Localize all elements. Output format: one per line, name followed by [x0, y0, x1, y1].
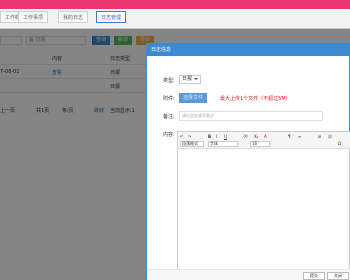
remark-label: 备注: — [163, 114, 175, 120]
subscript-icon[interactable]: X₂ — [254, 134, 258, 140]
log-info-dialog: 日志信息 类型: 日报 附件: 选择文件 最大上传1个文件（不超过5M） 备注:… — [146, 43, 350, 280]
bold-icon[interactable]: B — [208, 134, 211, 140]
tab-work-items[interactable]: 工作事项 — [18, 11, 49, 23]
redo-icon[interactable]: ↷ — [188, 134, 191, 140]
upload-hint: 最大上传1个文件（不超过5M） — [220, 96, 291, 102]
editor-toolbar: ↶ ↷ B I U X² X₂ A ¶ ≡ ⊞ ☺ Ω 段落格式 字体 16 — [178, 132, 350, 149]
emoji-icon[interactable]: ☺ — [328, 134, 332, 140]
close-button[interactable]: 关闭 — [327, 272, 349, 280]
content-label: 内容: — [163, 132, 175, 138]
paragraph-icon[interactable]: ¶ — [288, 134, 291, 140]
paragraph-format-select[interactable]: 段落格式 — [180, 141, 204, 147]
top-brand-bar — [0, 0, 350, 9]
type-label: 类型: — [163, 78, 175, 84]
dialog-title: 日志信息 — [147, 44, 350, 56]
attachment-label: 附件: — [163, 96, 175, 102]
tab-my-logs[interactable]: 我的日志 — [58, 11, 89, 23]
rich-text-editor[interactable]: ↶ ↷ B I U X² X₂ A ¶ ≡ ⊞ ☺ Ω 段落格式 字体 16 — [177, 131, 350, 280]
italic-icon[interactable]: I — [216, 134, 217, 140]
font-size-select[interactable]: 16 — [250, 141, 270, 147]
submit-button[interactable]: 提交 — [303, 272, 325, 280]
type-select-value: 日报 — [182, 76, 193, 82]
undo-icon[interactable]: ↶ — [180, 134, 183, 140]
dialog-footer: 提交 关闭 — [147, 269, 350, 280]
table-icon[interactable]: ⊞ — [318, 134, 321, 140]
type-select[interactable]: 日报 — [179, 75, 201, 84]
special-char-icon[interactable]: Ω — [338, 141, 341, 147]
font-color-icon[interactable]: A — [264, 134, 267, 140]
upload-file-button[interactable]: 选择文件 — [179, 93, 207, 103]
underline-icon[interactable]: U — [224, 134, 227, 140]
dialog-body: 类型: 日报 附件: 选择文件 最大上传1个文件（不超过5M） 备注: 请在此处… — [147, 56, 350, 280]
chevron-down-icon — [194, 78, 198, 80]
font-family-select[interactable]: 字体 — [208, 141, 238, 147]
tab-log-management[interactable]: 日志管理 — [96, 11, 127, 23]
remark-input[interactable]: 请在此处填写备注 — [179, 111, 323, 121]
superscript-icon[interactable]: X² — [244, 134, 248, 140]
tab-bar — [0, 9, 350, 29]
align-icon[interactable]: ≡ — [298, 134, 301, 140]
